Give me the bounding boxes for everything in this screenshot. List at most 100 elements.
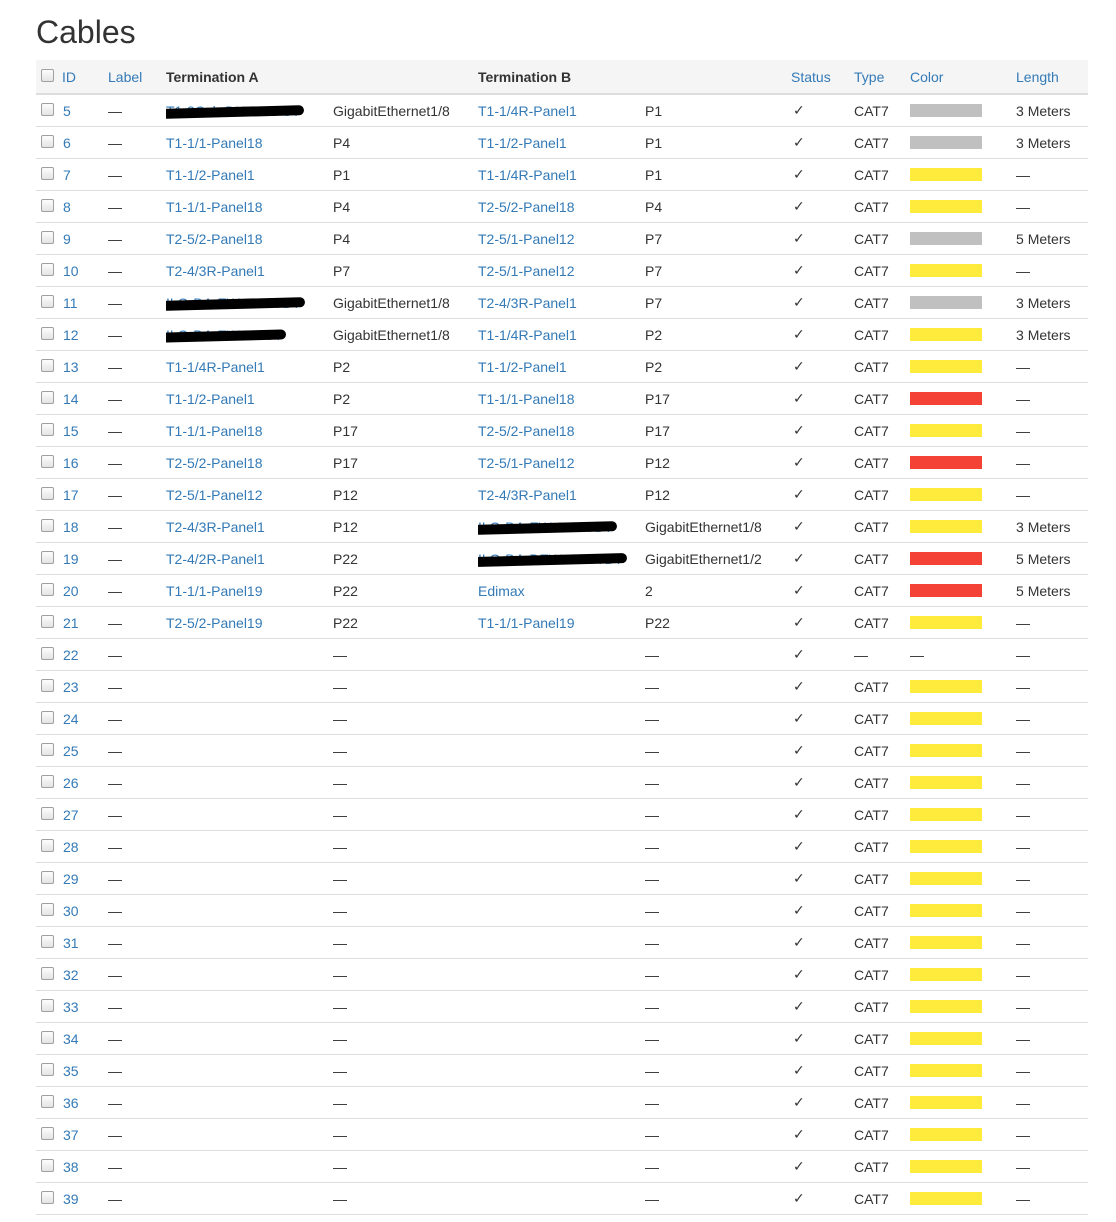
cable-id-link[interactable]: 14 bbox=[63, 391, 79, 407]
cable-id-link[interactable]: 33 bbox=[63, 999, 79, 1015]
row-checkbox[interactable] bbox=[41, 935, 54, 949]
select-all-checkbox[interactable] bbox=[41, 69, 54, 83]
cable-id-link[interactable]: 37 bbox=[63, 1127, 79, 1143]
row-checkbox[interactable] bbox=[41, 583, 54, 597]
termination-a-device-link[interactable]: T1-1/2-Panel1 bbox=[166, 167, 255, 183]
cable-id-link[interactable]: 39 bbox=[63, 1191, 79, 1207]
cable-id-link[interactable]: 26 bbox=[63, 775, 79, 791]
cable-id-link[interactable]: 8 bbox=[63, 199, 71, 215]
termination-b-device-link[interactable]: ILO-DA-DEW-01-STBY bbox=[478, 551, 623, 567]
row-checkbox[interactable] bbox=[41, 1191, 54, 1205]
termination-a-device-link[interactable]: T1-1/1-Panel18 bbox=[166, 135, 263, 151]
termination-b-device-link[interactable]: T2-5/1-Panel12 bbox=[478, 231, 575, 247]
cable-id-link[interactable]: 38 bbox=[63, 1159, 79, 1175]
cable-id-link[interactable]: 16 bbox=[63, 455, 79, 471]
termination-a-device-link[interactable]: T2-5/2-Panel18 bbox=[166, 231, 263, 247]
row-checkbox[interactable] bbox=[41, 839, 54, 853]
termination-b-device-link[interactable]: T1-1/2-Panel1 bbox=[478, 359, 567, 375]
cable-id-link[interactable]: 21 bbox=[63, 615, 79, 631]
column-header-type[interactable]: Type bbox=[854, 60, 911, 95]
row-checkbox[interactable] bbox=[41, 519, 54, 533]
cable-id-link[interactable]: 18 bbox=[63, 519, 79, 535]
termination-a-device-link[interactable]: ILO-DA-EW-01-ST bbox=[166, 327, 282, 343]
row-checkbox[interactable] bbox=[41, 327, 54, 341]
termination-b-device-link[interactable]: T2-4/3R-Panel1 bbox=[478, 487, 577, 503]
cable-id-link[interactable]: 7 bbox=[63, 167, 71, 183]
cable-id-link[interactable]: 15 bbox=[63, 423, 79, 439]
cable-id-link[interactable]: 11 bbox=[63, 295, 78, 311]
row-checkbox[interactable] bbox=[41, 775, 54, 789]
row-checkbox[interactable] bbox=[41, 487, 54, 501]
termination-a-device-link[interactable]: T1-1/1-Panel18 bbox=[166, 423, 263, 439]
column-header-status[interactable]: Status bbox=[791, 60, 855, 95]
termination-a-device-link[interactable]: T1-1/1-Panel18 bbox=[166, 199, 263, 215]
row-checkbox[interactable] bbox=[41, 1063, 54, 1077]
termination-b-device-link[interactable]: T2-5/2-Panel18 bbox=[478, 423, 575, 439]
row-checkbox[interactable] bbox=[41, 455, 54, 469]
termination-b-device-link[interactable]: T1-1/1-Panel19 bbox=[478, 615, 575, 631]
row-checkbox[interactable] bbox=[41, 1031, 54, 1045]
row-checkbox[interactable] bbox=[41, 231, 54, 245]
sort-length-link[interactable]: Length bbox=[1016, 69, 1059, 85]
termination-b-device-link[interactable]: T1-1/4R-Panel1 bbox=[478, 167, 577, 183]
cable-id-link[interactable]: 28 bbox=[63, 839, 79, 855]
cable-id-link[interactable]: 10 bbox=[63, 263, 79, 279]
column-header-label[interactable]: Label bbox=[108, 60, 166, 95]
row-checkbox[interactable] bbox=[41, 359, 54, 373]
row-checkbox[interactable] bbox=[41, 167, 54, 181]
termination-a-device-link[interactable]: T2-4/2R-Panel1 bbox=[166, 551, 265, 567]
cable-id-link[interactable]: 35 bbox=[63, 1063, 79, 1079]
row-checkbox[interactable] bbox=[41, 711, 54, 725]
sort-label-link[interactable]: Label bbox=[108, 69, 142, 85]
termination-a-device-link[interactable]: T2-4/3R-Panel1 bbox=[166, 519, 265, 535]
cable-id-link[interactable]: 30 bbox=[63, 903, 79, 919]
row-checkbox[interactable] bbox=[41, 871, 54, 885]
column-header-color[interactable]: Color bbox=[910, 60, 1017, 95]
cable-id-link[interactable]: 25 bbox=[63, 743, 79, 759]
sort-color-link[interactable]: Color bbox=[910, 69, 943, 85]
termination-a-device-link[interactable]: T1-1/4R-Panel1 bbox=[166, 359, 265, 375]
cable-id-link[interactable]: 32 bbox=[63, 967, 79, 983]
row-checkbox[interactable] bbox=[41, 615, 54, 629]
row-checkbox[interactable] bbox=[41, 679, 54, 693]
row-checkbox[interactable] bbox=[41, 903, 54, 917]
termination-a-device-link[interactable]: T2-5/2-Panel18 bbox=[166, 455, 263, 471]
row-checkbox[interactable] bbox=[41, 199, 54, 213]
row-checkbox[interactable] bbox=[41, 1159, 54, 1173]
cable-id-link[interactable]: 19 bbox=[63, 551, 79, 567]
cable-id-link[interactable]: 20 bbox=[63, 583, 79, 599]
row-checkbox[interactable] bbox=[41, 807, 54, 821]
column-header-length[interactable]: Length bbox=[1016, 60, 1089, 95]
cable-id-link[interactable]: 6 bbox=[63, 135, 71, 151]
termination-b-device-link[interactable]: T2-5/1-Panel12 bbox=[478, 263, 575, 279]
termination-b-device-link[interactable]: T2-5/2-Panel18 bbox=[478, 199, 575, 215]
row-checkbox[interactable] bbox=[41, 743, 54, 757]
termination-a-device-link[interactable]: T1-1/2-Panel1 bbox=[166, 391, 255, 407]
row-checkbox[interactable] bbox=[41, 295, 54, 309]
termination-b-device-link[interactable]: ILO-DA-EW-01-STBY bbox=[478, 519, 613, 535]
sort-status-link[interactable]: Status bbox=[791, 69, 831, 85]
row-checkbox[interactable] bbox=[41, 263, 54, 277]
row-checkbox[interactable] bbox=[41, 135, 54, 149]
cable-id-link[interactable]: 13 bbox=[63, 359, 79, 375]
row-checkbox[interactable] bbox=[41, 103, 54, 117]
termination-b-device-link[interactable]: T1-1/4R-Panel1 bbox=[478, 103, 577, 119]
termination-a-device-link[interactable]: ILO-DA-EW-01-STBY bbox=[166, 295, 301, 311]
row-checkbox[interactable] bbox=[41, 551, 54, 565]
cable-id-link[interactable]: 31 bbox=[63, 935, 79, 951]
sort-id-link[interactable]: ID bbox=[62, 69, 76, 85]
termination-a-device-link[interactable]: T1-1/1-Panel19 bbox=[166, 583, 263, 599]
cable-id-link[interactable]: 36 bbox=[63, 1095, 79, 1111]
cable-id-link[interactable]: 24 bbox=[63, 711, 79, 727]
termination-a-device-link[interactable]: T1-3Cab-DKW-01-ST bbox=[166, 103, 300, 119]
cable-id-link[interactable]: 5 bbox=[63, 103, 71, 119]
termination-a-device-link[interactable]: T2-5/1-Panel12 bbox=[166, 487, 263, 503]
row-checkbox[interactable] bbox=[41, 391, 54, 405]
cable-id-link[interactable]: 12 bbox=[63, 327, 79, 343]
cable-id-link[interactable]: 34 bbox=[63, 1031, 79, 1047]
cable-id-link[interactable]: 17 bbox=[63, 487, 79, 503]
cable-id-link[interactable]: 27 bbox=[63, 807, 79, 823]
cable-id-link[interactable]: 22 bbox=[63, 647, 79, 663]
termination-b-device-link[interactable]: Edimax bbox=[478, 583, 525, 599]
row-checkbox[interactable] bbox=[41, 423, 54, 437]
